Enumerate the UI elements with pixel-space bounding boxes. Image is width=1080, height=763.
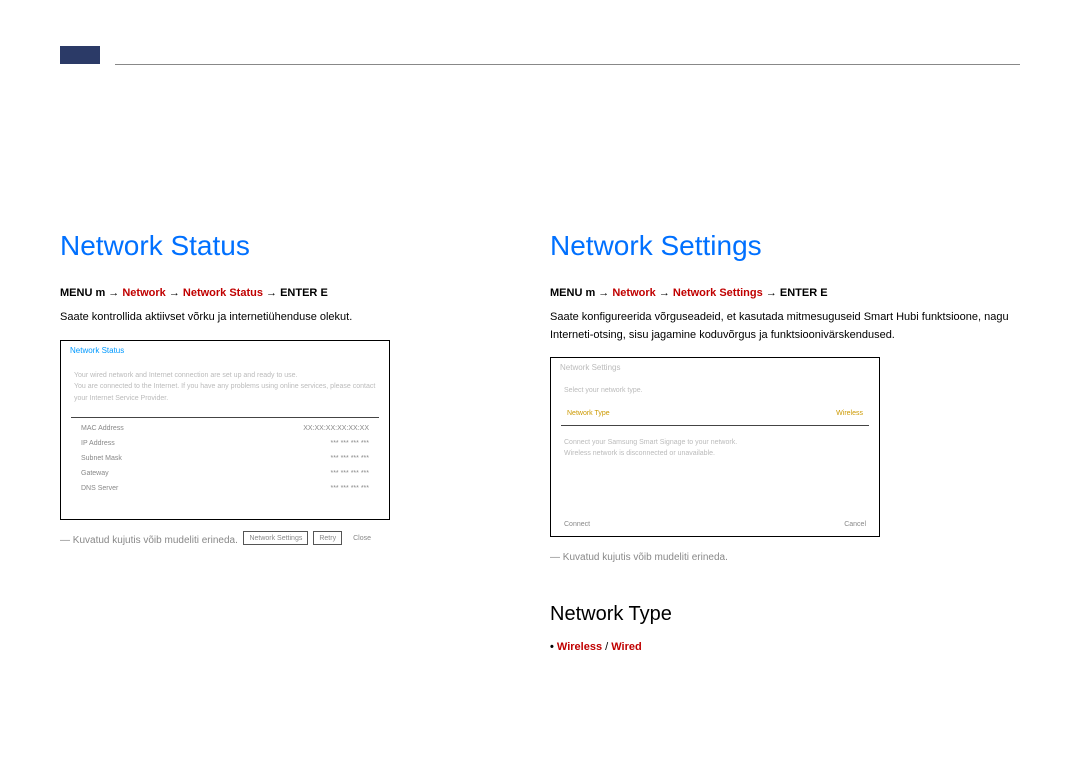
btn-net-settings[interactable]: Network Settings — [243, 531, 308, 545]
bc-arrow: → — [266, 287, 277, 299]
desc-status: Saate kontrollida aktiivset võrku ja int… — [60, 309, 500, 327]
top-rule — [115, 64, 1020, 65]
desc-settings: Saate konfigureerida võrguseadeid, et ka… — [550, 309, 1010, 344]
label: DNS Server — [81, 485, 118, 492]
screenshot-status: Network Status Your wired network and In… — [60, 340, 390, 520]
bc-menu: MENU — [60, 287, 92, 299]
divider — [71, 417, 379, 418]
type-list: • Wireless / Wired — [550, 641, 1010, 653]
row-gateway: Gateway *** *** *** *** — [61, 466, 389, 481]
type-wired: Wired — [611, 641, 641, 653]
section-title-settings: Network Settings — [550, 230, 1010, 262]
page-badge — [60, 46, 100, 64]
bc-arrow: m — [95, 287, 105, 299]
ss-msg1: Your wired network and Internet connecti… — [74, 370, 376, 382]
nav-connect[interactable]: Connect — [564, 521, 590, 528]
bc-enter-icon: E — [820, 287, 827, 299]
bc-menu: MENU — [550, 287, 582, 299]
row-label: Network Type — [567, 410, 610, 417]
row-dns: DNS Server *** *** *** *** — [61, 481, 389, 496]
network-type-section: Network Type • Wireless / Wired — [550, 603, 1010, 653]
ss-info: Connect your Samsung Smart Signage to yo… — [551, 429, 879, 468]
btn-close[interactable]: Close — [347, 531, 377, 545]
wireless-info: Wireless network is disconnected or unav… — [564, 448, 866, 460]
label: IP Address — [81, 440, 115, 447]
row-mac: MAC Address XX:XX:XX:XX:XX:XX — [61, 421, 389, 436]
label: MAC Address — [81, 425, 124, 432]
ss-body: Select your network type. — [551, 377, 879, 405]
nav-cancel[interactable]: Cancel — [844, 521, 866, 528]
value: *** *** *** *** — [330, 440, 369, 447]
breadcrumb-status: MENU m → Network → Network Status → ENTE… — [60, 287, 500, 299]
row-ip: IP Address *** *** *** *** — [61, 436, 389, 451]
row-nettype[interactable]: Network Type Wireless — [551, 405, 879, 422]
bc-arrow: → — [659, 287, 670, 299]
ss-msg2: You are connected to the Internet. If yo… — [74, 381, 376, 404]
value: *** *** *** *** — [330, 485, 369, 492]
connect-info: Connect your Samsung Smart Signage to yo… — [564, 437, 866, 449]
bc-arrow: → — [766, 287, 777, 299]
section-title-status: Network Status — [60, 230, 500, 262]
ss-header: Network Settings — [551, 358, 879, 377]
screenshot-settings: Network Settings Select your network typ… — [550, 357, 880, 537]
row-subnet: Subnet Mask *** *** *** *** — [61, 451, 389, 466]
bc-current: Network Status — [183, 287, 263, 299]
value: *** *** *** *** — [330, 455, 369, 462]
row-value: Wireless — [836, 410, 863, 417]
bc-arrow: → — [169, 287, 180, 299]
label: Gateway — [81, 470, 109, 477]
bc-enter: ENTER — [780, 287, 817, 299]
right-column: Network Settings MENU m → Network → Netw… — [550, 230, 1010, 653]
bc-current: Network Settings — [673, 287, 763, 299]
footnote-right: ― Kuvatud kujutis võib mudeliti erineda. — [550, 552, 1010, 563]
bullet-icon: • — [550, 641, 554, 653]
ss-body: Your wired network and Internet connecti… — [61, 360, 389, 415]
value: XX:XX:XX:XX:XX:XX — [303, 425, 369, 432]
ss-msg: Select your network type. — [564, 385, 866, 397]
subsection-heading: Network Type — [550, 603, 1010, 626]
value: *** *** *** *** — [330, 470, 369, 477]
ss-header: Network Status — [61, 341, 389, 360]
bc-enter-icon: E — [320, 287, 327, 299]
left-column: Network Status MENU m → Network → Networ… — [60, 230, 500, 546]
bc-network: Network — [612, 287, 655, 299]
divider — [561, 425, 869, 426]
bc-arrow: → — [598, 287, 609, 299]
btn-retry[interactable]: Retry — [313, 531, 342, 545]
bc-enter: ENTER — [280, 287, 317, 299]
bc-network: Network — [122, 287, 165, 299]
bc-arrow: m — [585, 287, 595, 299]
bc-arrow: → — [108, 287, 119, 299]
label: Subnet Mask — [81, 455, 122, 462]
breadcrumb-settings: MENU m → Network → Network Settings → EN… — [550, 287, 1010, 299]
button-row: Network Settings Retry Close — [61, 531, 389, 545]
nav-row: Connect Cancel — [564, 521, 866, 528]
type-wireless: Wireless — [557, 641, 602, 653]
